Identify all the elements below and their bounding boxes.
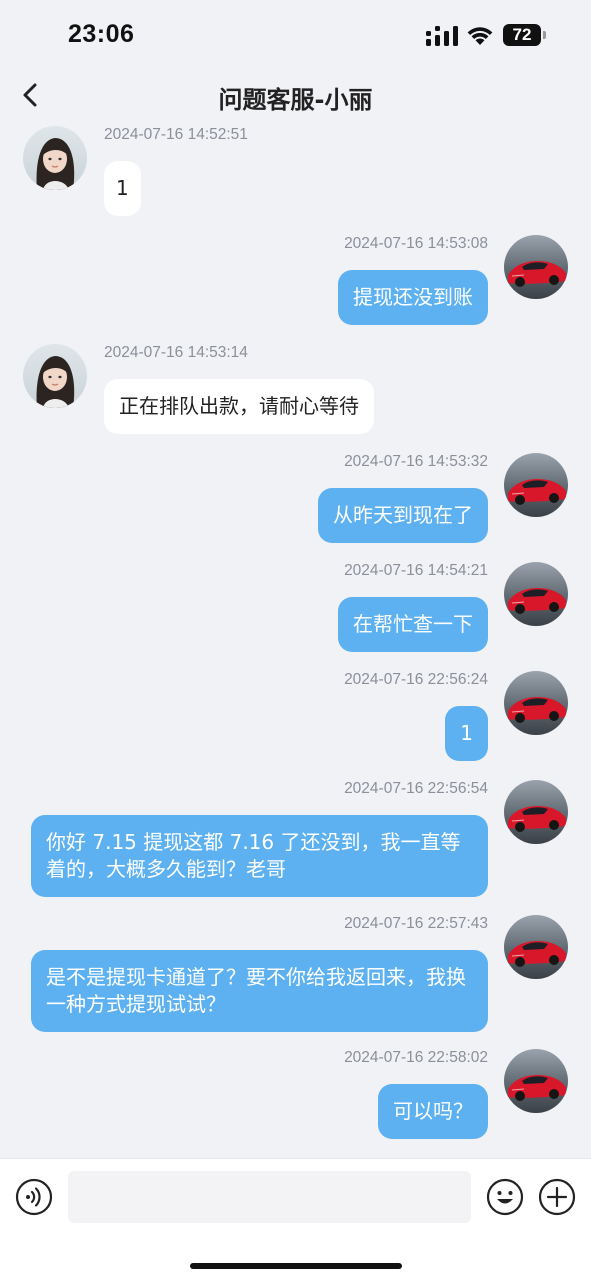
message-timestamp: 2024-07-16 14:53:32 — [344, 453, 488, 470]
agent-avatar[interactable] — [23, 344, 87, 408]
battery-icon: 72 — [503, 24, 541, 46]
message-bubble[interactable]: 你好 7.15 提现这都 7.16 了还没到，我一直等着的，大概多久能到？老哥 — [31, 815, 488, 897]
message-timestamp: 2024-07-16 14:53:08 — [344, 235, 488, 252]
message-outgoing: 2024-07-16 22:56:54 你好 7.15 提现这都 7.16 了还… — [0, 780, 591, 905]
battery-tip — [543, 31, 546, 39]
message-timestamp: 2024-07-16 14:52:51 — [104, 126, 248, 143]
message-outgoing: 2024-07-16 22:57:43 是不是提现卡通道了？要不你给我返回来，我… — [0, 915, 591, 1040]
input-bar — [0, 1158, 591, 1280]
signal-icon — [426, 26, 458, 46]
message-outgoing: 2024-07-16 22:58:02 可以吗？ — [0, 1049, 591, 1144]
message-incoming: 2024-07-16 14:53:14 正在排队出款，请耐心等待 — [0, 344, 591, 439]
wifi-icon — [467, 27, 493, 45]
message-timestamp: 2024-07-16 14:54:21 — [344, 562, 488, 579]
message-outgoing: 2024-07-16 14:53:08 提现还没到账 — [0, 235, 591, 330]
message-timestamp: 2024-07-16 14:53:14 — [104, 344, 248, 361]
message-timestamp: 2024-07-16 22:58:02 — [344, 1049, 488, 1066]
voice-icon[interactable] — [15, 1178, 53, 1216]
status-bar: 23:06 72 — [0, 0, 591, 66]
message-bubble[interactable]: 1 — [104, 161, 141, 216]
user-avatar[interactable] — [504, 453, 568, 517]
message-timestamp: 2024-07-16 22:56:54 — [344, 780, 488, 797]
user-avatar[interactable] — [504, 780, 568, 844]
chat-list[interactable]: 2024-07-16 14:52:51 1 2024-07-16 14:53:0… — [0, 126, 591, 1158]
agent-avatar[interactable] — [23, 126, 87, 190]
home-indicator[interactable] — [190, 1263, 402, 1269]
message-timestamp: 2024-07-16 22:56:24 — [344, 671, 488, 688]
message-outgoing: 2024-07-16 22:56:24 1 — [0, 671, 591, 766]
message-bubble[interactable]: 从昨天到现在了 — [318, 488, 488, 543]
message-bubble[interactable]: 正在排队出款，请耐心等待 — [104, 379, 374, 434]
message-bubble[interactable]: 可以吗？ — [378, 1084, 488, 1139]
emoji-icon[interactable] — [486, 1178, 524, 1216]
user-avatar[interactable] — [504, 915, 568, 979]
page-title: 问题客服-小丽 — [218, 86, 373, 114]
message-bubble[interactable]: 提现还没到账 — [338, 270, 488, 325]
user-avatar[interactable] — [504, 1049, 568, 1113]
user-avatar[interactable] — [504, 562, 568, 626]
user-avatar[interactable] — [504, 235, 568, 299]
message-timestamp: 2024-07-16 22:57:43 — [344, 915, 488, 932]
message-bubble[interactable]: 在帮忙查一下 — [338, 597, 488, 652]
message-incoming: 2024-07-16 14:52:51 1 — [0, 126, 591, 221]
plus-icon[interactable] — [538, 1178, 576, 1216]
nav-bar: 问题客服-小丽 — [0, 66, 591, 126]
user-avatar[interactable] — [504, 671, 568, 735]
message-input[interactable] — [68, 1171, 471, 1223]
message-bubble[interactable]: 是不是提现卡通道了？要不你给我返回来，我换一种方式提现试试？ — [31, 950, 488, 1032]
status-time: 23:06 — [68, 20, 135, 48]
message-bubble[interactable]: 1 — [445, 706, 488, 761]
message-outgoing: 2024-07-16 14:54:21 在帮忙查一下 — [0, 562, 591, 657]
message-outgoing: 2024-07-16 14:53:32 从昨天到现在了 — [0, 453, 591, 548]
